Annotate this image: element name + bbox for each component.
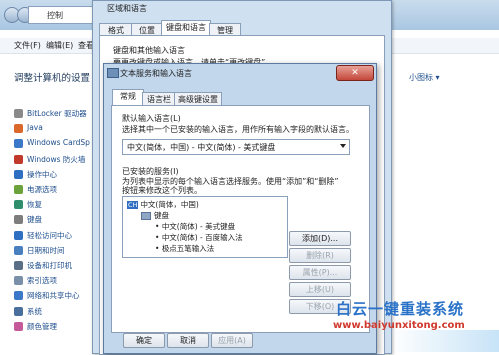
control-panel-item-icon [14,215,23,225]
close-icon: ✕ [351,68,359,78]
installed-services-tree[interactable]: CH 中文(简体，中国) 键盘 • 中文(简体) - 美式键盘 • 中文(简体) … [122,196,288,258]
text-services-title: 文本服务和输入语言 [120,69,192,78]
tab-keyboards-languages-label: 键盘和语言 [166,23,206,32]
control-panel-item-icon [14,261,23,270]
apply-button[interactable]: 应用(A) [211,333,253,348]
control-panel-item-label: BitLocker 驱动器 [27,109,87,118]
tree-keyboard-label: 键盘 [154,211,169,220]
control-panel-item-label: Java [27,123,43,133]
ok-button[interactable]: 确定 [123,333,165,348]
control-panel-item-label: Windows CardSp [27,138,90,148]
tab-general-label: 常规 [120,92,136,101]
cancel-button[interactable]: 取消 [167,333,209,348]
dropdown-arrow-icon: ▾ [435,73,440,82]
control-panel-item-label: 系统 [27,306,42,316]
chevron-down-icon [340,144,346,148]
control-panel-item-icon [14,200,23,210]
control-panel-item-label: Windows 防火墙 [27,154,86,164]
control-panel-item-label: 索引选项 [27,276,57,286]
control-panel-item-icon [14,245,23,255]
tree-language-label: 中文(简体，中国) [140,200,199,209]
control-panel-item-icon [14,169,23,179]
control-panel-item-label: 轻松访问中心 [27,230,72,240]
tab-general[interactable]: 常规 [112,89,144,106]
default-language-desc: 选择其中一个已安装的输入语言，用作所有输入字段的默认语言。 [122,125,354,134]
control-panel-item-label: 电源选项 [27,185,57,194]
control-panel-item-icon [14,139,23,149]
region-dialog-title: 区域和语言 [107,4,147,13]
close-button[interactable]: ✕ [336,65,374,81]
tab-advanced-key-settings-label: 高级键设置 [178,95,218,104]
remove-button[interactable]: 删除(R) [289,248,351,263]
address-bar[interactable]: 控制 [28,6,100,24]
tree-entry-label: 中文(简体) - 百度输入法 [161,233,243,242]
tree-keyboard-row[interactable]: 键盘 [141,210,169,221]
move-up-button[interactable]: 上移(U) [289,282,351,297]
page-title: 调整计算机的设置 [14,73,91,84]
control-panel-item-icon [14,276,23,286]
installed-services-desc-2: 按钮来修改这个列表。 [122,186,202,195]
tree-language-row[interactable]: CH 中文(简体，中国) [127,199,199,210]
tree-entry-row[interactable]: • 中文(简体) - 美式键盘 [155,221,235,232]
control-panel-item-icon [14,230,23,240]
tab-advanced-key-settings[interactable]: 高级键设置 [174,92,222,105]
control-panel-item-label: 网络和共享中心 [27,291,80,301]
control-panel-item-icon [14,321,23,331]
watermark-background [390,330,499,352]
tab-language-bar-label: 语言栏 [147,95,171,104]
add-button[interactable]: 添加(D)... [289,231,351,246]
control-panel-item-icon [14,154,23,164]
keyboard-icon [107,68,119,78]
control-panel-item-icon [14,109,23,118]
menu-edit[interactable]: 编辑(E) [46,40,73,51]
watermark-url: www.baiyunxitong.com [333,320,465,331]
watermark-title: 白云一键重装系统 [336,300,465,318]
control-panel-item-icon [14,306,23,316]
keyboards-group-label: 键盘和其他输入语言 [113,46,185,55]
tree-entry-row[interactable]: • 中文(简体) - 百度输入法 [155,232,243,243]
default-language-select[interactable]: 中文(简体，中国) - 中文(简体) - 美式键盘 [122,139,350,155]
control-panel-item-label: 键盘 [27,215,42,225]
language-badge-icon: CH [127,201,139,209]
tree-entry-label: 中文(简体) - 美式键盘 [161,222,236,231]
view-by-label: 小图标 [409,73,433,82]
control-panel-item-label: 日期和时间 [27,245,65,255]
control-panel-item-label: 操作中心 [27,169,57,179]
default-language-value: 中文(简体，中国) - 中文(简体) - 美式键盘 [127,143,276,152]
view-by-link[interactable]: 小图标 ▾ [409,72,440,83]
control-panel-item-label: 颜色管理 [27,321,57,331]
menu-file[interactable]: 文件(F) [14,40,41,51]
default-language-heading: 默认输入语言(L) [122,114,181,123]
keyboard-folder-icon [141,212,151,220]
tab-language-bar[interactable]: 语言栏 [142,92,176,105]
control-panel-item-icon [14,291,23,301]
control-panel-item-label: 设备和打印机 [27,261,72,270]
properties-button[interactable]: 属性(P)... [289,265,351,280]
control-panel-item-icon [14,124,23,134]
control-panel-item-label: 恢复 [27,200,42,210]
address-text: 控制 [47,11,63,20]
tree-entry-label: 极点五笔输入法 [161,244,215,253]
control-panel-item-icon [14,185,23,194]
tree-entry-row[interactable]: • 极点五笔输入法 [155,243,214,254]
